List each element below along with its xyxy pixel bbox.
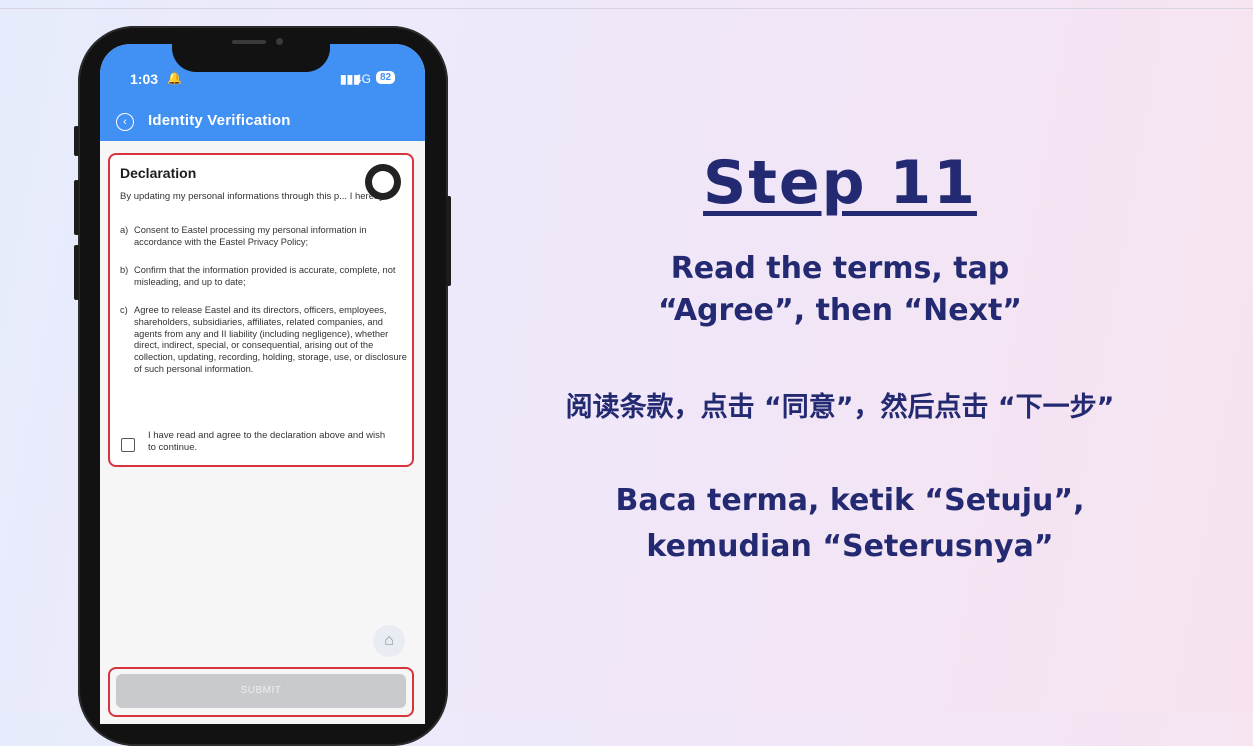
network-type: 4G (355, 72, 372, 86)
declaration-item-label: a) (120, 225, 129, 235)
declaration-item: a) Consent to Eastel processing my perso… (120, 225, 408, 249)
touch-indicator (365, 164, 401, 200)
submit-button[interactable]: SUBMIT (116, 674, 406, 708)
declaration-title: Declaration (120, 165, 197, 181)
top-divider (0, 8, 1253, 9)
step-title: Step 11 (703, 148, 977, 218)
declaration-item: b) Confirm that the information provided… (120, 265, 408, 289)
declaration-item-text: Consent to Eastel processing my personal… (134, 225, 367, 247)
declaration-item: c) Agree to release Eastel and its direc… (120, 305, 408, 376)
battery-indicator: 82 (376, 71, 396, 84)
phone-notch (172, 28, 330, 72)
submit-highlight: SUBMIT (108, 667, 414, 717)
declaration-item-text: Confirm that the information provided is… (134, 265, 396, 287)
phone-side-button (74, 180, 79, 235)
instruction-malay: Baca terma, ketik “Setuju”, kemudian “Se… (520, 478, 1180, 570)
instruction-malay-line: kemudian “Seterusnya” (646, 529, 1054, 564)
page-title: Identity Verification (148, 112, 291, 129)
speaker-grille (232, 40, 266, 44)
instruction-english-line: “Agree”, then “Next” (657, 293, 1022, 328)
phone-side-button (446, 196, 451, 286)
declaration-intro: By updating my personal informations thr… (120, 191, 387, 202)
phone-side-button (74, 126, 79, 156)
instruction-chinese: 阅读条款，点击 “同意”，然后点击 “下一步” (565, 392, 1115, 423)
declaration-item-text: Agree to release Eastel and its director… (134, 305, 407, 374)
declaration-panel: Declaration By updating my personal info… (108, 153, 414, 467)
instruction-english-line: Read the terms, tap (670, 251, 1010, 286)
declaration-item-label: b) (120, 265, 129, 275)
front-camera (276, 38, 283, 45)
phone-side-button (74, 245, 79, 300)
agree-checkbox[interactable] (121, 438, 135, 452)
declaration-item-label: c) (120, 305, 128, 315)
phone-screen: 1:03 🔔 ▮▮▮ 4G 82 ‹ Identity Verification… (100, 44, 425, 724)
instruction-malay-line: Baca terma, ketik “Setuju”, (615, 483, 1085, 518)
instruction-english: Read the terms, tap “Agree”, then “Next” (560, 248, 1120, 332)
bell-icon: 🔔 (167, 71, 182, 85)
back-icon[interactable]: ‹ (116, 113, 134, 131)
status-time: 1:03 (130, 71, 159, 87)
agree-label[interactable]: I have read and agree to the declaration… (148, 430, 388, 453)
home-icon[interactable]: ⌂ (373, 625, 405, 657)
